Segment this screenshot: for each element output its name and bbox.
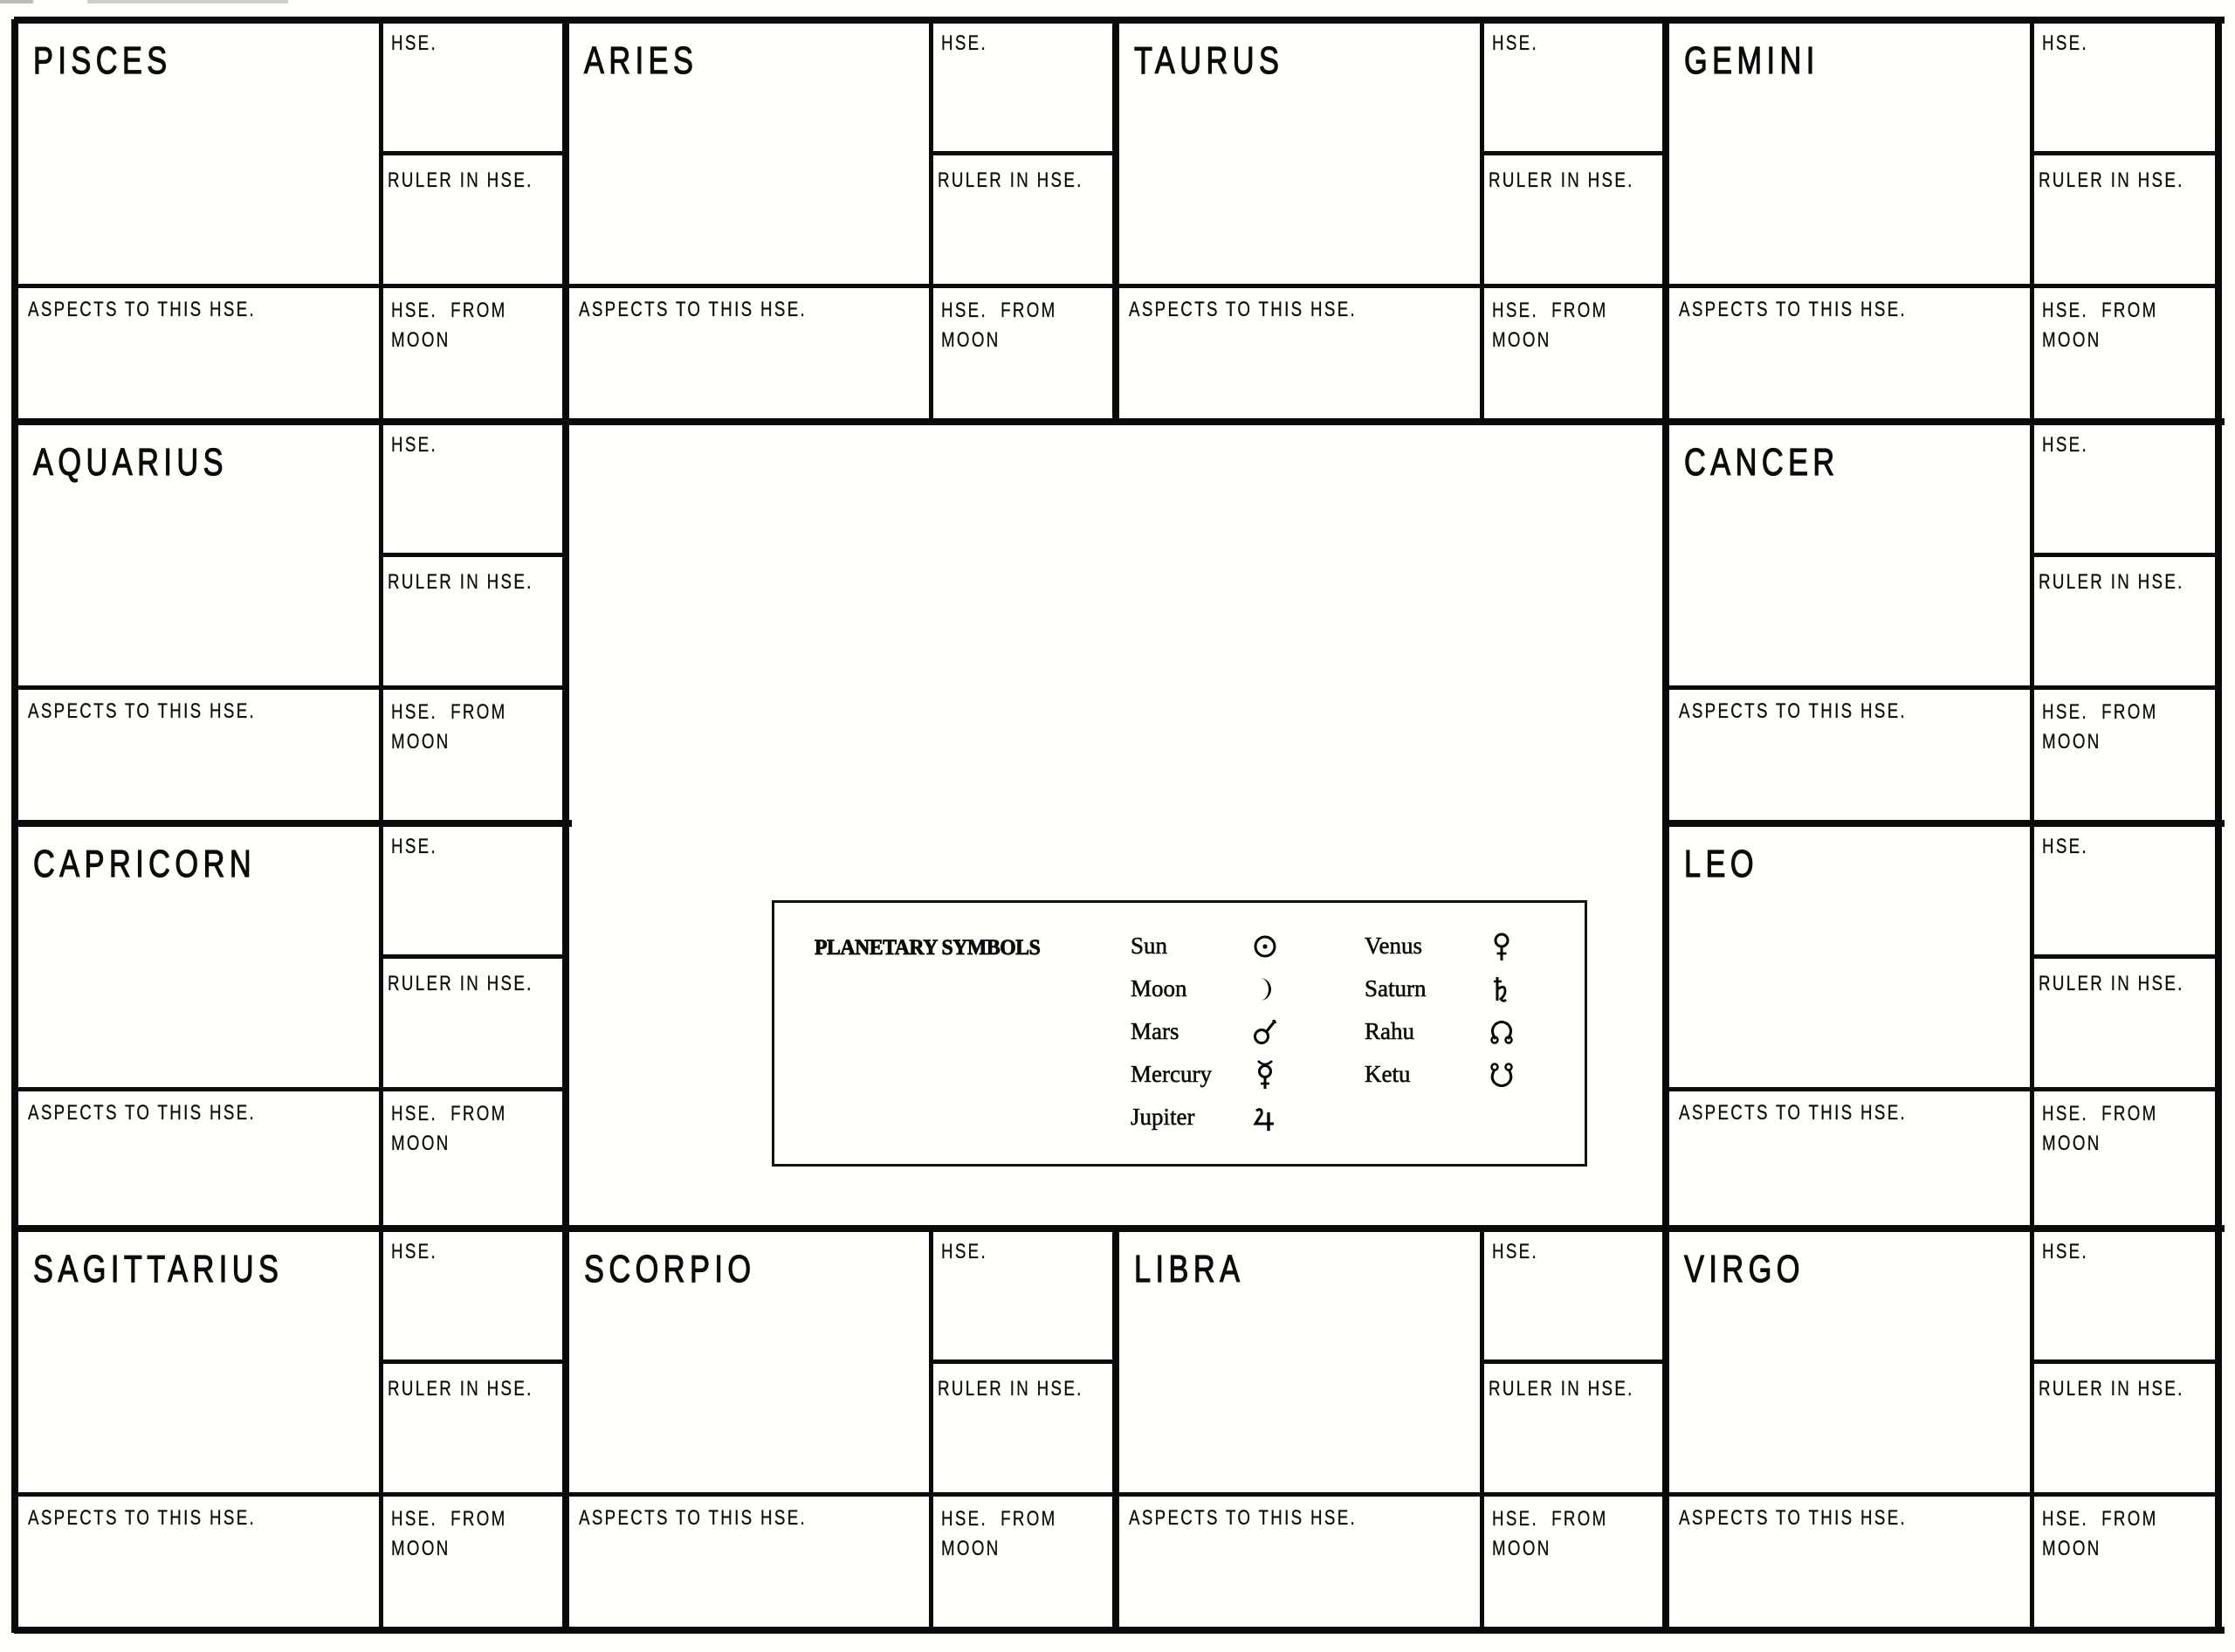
scan-artifact	[0, 0, 33, 3]
sign-cell-capricorn: CAPRICORN HSE. RULER IN HSE. ASPECTS TO THI…	[14, 823, 565, 1228]
planet-name: Venus	[1365, 933, 1423, 960]
sign-name: ARIES	[584, 39, 698, 82]
sign-name: CAPRICORN	[33, 843, 257, 885]
sign-name: AQUARIUS	[33, 441, 228, 484]
sign-name: PISCES	[33, 39, 172, 82]
ruler-in-house-label: RULER IN HSE.	[2039, 972, 2184, 995]
mercury-icon	[1248, 1057, 1283, 1092]
rahu-icon	[1484, 1015, 1519, 1050]
house-from-moon-label: HSE. FROM MOON	[941, 1507, 1057, 1560]
sign-cell-pisces: PISCES HSE. RULER IN HSE. ASPECTS TO THIS H…	[14, 19, 565, 421]
venus-icon	[1484, 929, 1519, 964]
sign-cell-libra: LIBRA HSE. RULER IN HSE. ASPECTS TO THIS HS…	[1115, 1228, 1665, 1629]
house-from-moon-label: HSE. FROM MOON	[391, 700, 507, 754]
planet-name: Ketu	[1365, 1061, 1411, 1088]
sign-cell-aries: ARIES HSE. RULER IN HSE. ASPECTS TO THIS HS…	[565, 19, 1115, 421]
sign-cell-sagittarius: SAGITTARIUS HSE. RULER IN HSE. ASPECTS TO T…	[14, 1228, 565, 1629]
house-from-moon-label: HSE. FROM MOON	[391, 1102, 507, 1155]
house-label: HSE.	[391, 835, 438, 858]
house-from-moon-label: HSE. FROM MOON	[391, 1507, 507, 1560]
house-from-moon-label: HSE. FROM MOON	[1492, 1507, 1608, 1560]
sign-cell-aquarius: AQUARIUS HSE. RULER IN HSE. ASPECTS TO THIS…	[14, 421, 565, 823]
house-from-moon-label: HSE. FROM MOON	[2042, 700, 2158, 754]
house-label: HSE.	[391, 433, 438, 457]
house-label: HSE.	[2042, 31, 2089, 55]
sign-cell-cancer: CANCER HSE. RULER IN HSE. ASPECTS TO THIS H…	[1665, 421, 2218, 823]
ruler-in-house-label: RULER IN HSE.	[388, 1377, 533, 1401]
ruler-in-house-label: RULER IN HSE.	[2039, 169, 2184, 192]
ruler-in-house-label: RULER IN HSE.	[388, 169, 533, 192]
jupiter-icon	[1248, 1100, 1283, 1135]
sun-icon	[1248, 929, 1283, 964]
aspects-label: ASPECTS TO THIS HSE.	[28, 699, 257, 723]
house-label: HSE.	[2042, 835, 2089, 858]
scan-artifact	[87, 0, 288, 3]
sign-name: LIBRA	[1134, 1248, 1245, 1291]
ruler-in-house-label: RULER IN HSE.	[388, 972, 533, 995]
saturn-icon	[1484, 972, 1519, 1007]
planet-name: Saturn	[1365, 975, 1427, 1002]
house-from-moon-label: HSE. FROM MOON	[2042, 1102, 2158, 1155]
sign-name: VIRGO	[1684, 1248, 1805, 1291]
aspects-label: ASPECTS TO THIS HSE.	[28, 1506, 257, 1530]
house-label: HSE.	[1492, 31, 1539, 55]
aspects-label: ASPECTS TO THIS HSE.	[1679, 699, 1908, 723]
sign-name: SCORPIO	[584, 1248, 756, 1291]
house-from-moon-label: HSE. FROM MOON	[391, 299, 507, 352]
ruler-in-house-label: RULER IN HSE.	[1489, 1377, 1634, 1401]
horoscope-worksheet: PISCES HSE. RULER IN HSE. ASPECTS TO THIS H…	[0, 0, 2235, 1652]
sign-cell-gemini: GEMINI HSE. RULER IN HSE. ASPECTS TO THIS H…	[1665, 19, 2218, 421]
legend-title: PLANETARY SYMBOLS	[815, 936, 1042, 960]
sign-cell-virgo: VIRGO HSE. RULER IN HSE. ASPECTS TO THIS HS…	[1665, 1228, 2218, 1629]
house-from-moon-label: HSE. FROM MOON	[941, 299, 1057, 352]
planet-name: Moon	[1131, 975, 1187, 1002]
moon-icon	[1248, 972, 1283, 1007]
house-label: HSE.	[2042, 1240, 2089, 1263]
sign-name: CANCER	[1684, 441, 1840, 484]
house-label: HSE.	[941, 1240, 988, 1263]
aspects-label: ASPECTS TO THIS HSE.	[1679, 298, 1908, 321]
ruler-in-house-label: RULER IN HSE.	[1489, 169, 1634, 192]
sign-cell-scorpio: SCORPIO HSE. RULER IN HSE. ASPECTS TO THIS …	[565, 1228, 1115, 1629]
aspects-label: ASPECTS TO THIS HSE.	[1129, 1506, 1358, 1530]
sign-cell-taurus: TAURUS HSE. RULER IN HSE. ASPECTS TO THIS H…	[1115, 19, 1665, 421]
aspects-label: ASPECTS TO THIS HSE.	[28, 298, 257, 321]
planet-name: Rahu	[1365, 1018, 1415, 1045]
ketu-icon	[1484, 1057, 1519, 1092]
sign-name: SAGITTARIUS	[33, 1248, 284, 1291]
ruler-in-house-label: RULER IN HSE.	[2039, 1377, 2184, 1401]
planetary-symbols-legend: PLANETARY SYMBOLS Sun Moon Mars Mercury Jupi…	[772, 900, 1587, 1167]
ruler-in-house-label: RULER IN HSE.	[938, 1377, 1083, 1401]
planet-name: Sun	[1131, 933, 1168, 960]
planet-name: Mercury	[1131, 1061, 1212, 1088]
planet-name: Jupiter	[1131, 1104, 1195, 1131]
aspects-label: ASPECTS TO THIS HSE.	[1129, 298, 1358, 321]
house-label: HSE.	[2042, 433, 2089, 457]
house-label: HSE.	[391, 31, 438, 55]
house-label: HSE.	[1492, 1240, 1539, 1263]
sign-cell-leo: LEO HSE. RULER IN HSE. ASPECTS TO THIS HSE.…	[1665, 823, 2218, 1228]
sign-name: GEMINI	[1684, 39, 1819, 82]
planet-name: Mars	[1131, 1018, 1179, 1045]
sign-name: LEO	[1684, 843, 1759, 885]
aspects-label: ASPECTS TO THIS HSE.	[28, 1101, 257, 1125]
sign-name: TAURUS	[1134, 39, 1284, 82]
aspects-label: ASPECTS TO THIS HSE.	[579, 298, 808, 321]
mars-icon	[1248, 1015, 1283, 1050]
ruler-in-house-label: RULER IN HSE.	[938, 169, 1083, 192]
aspects-label: ASPECTS TO THIS HSE.	[1679, 1101, 1908, 1125]
ruler-in-house-label: RULER IN HSE.	[388, 570, 533, 594]
house-from-moon-label: HSE. FROM MOON	[2042, 1507, 2158, 1560]
house-label: HSE.	[941, 31, 988, 55]
aspects-label: ASPECTS TO THIS HSE.	[579, 1506, 808, 1530]
house-label: HSE.	[391, 1240, 438, 1263]
aspects-label: ASPECTS TO THIS HSE.	[1679, 1506, 1908, 1530]
house-from-moon-label: HSE. FROM MOON	[2042, 299, 2158, 352]
ruler-in-house-label: RULER IN HSE.	[2039, 570, 2184, 594]
house-from-moon-label: HSE. FROM MOON	[1492, 299, 1608, 352]
